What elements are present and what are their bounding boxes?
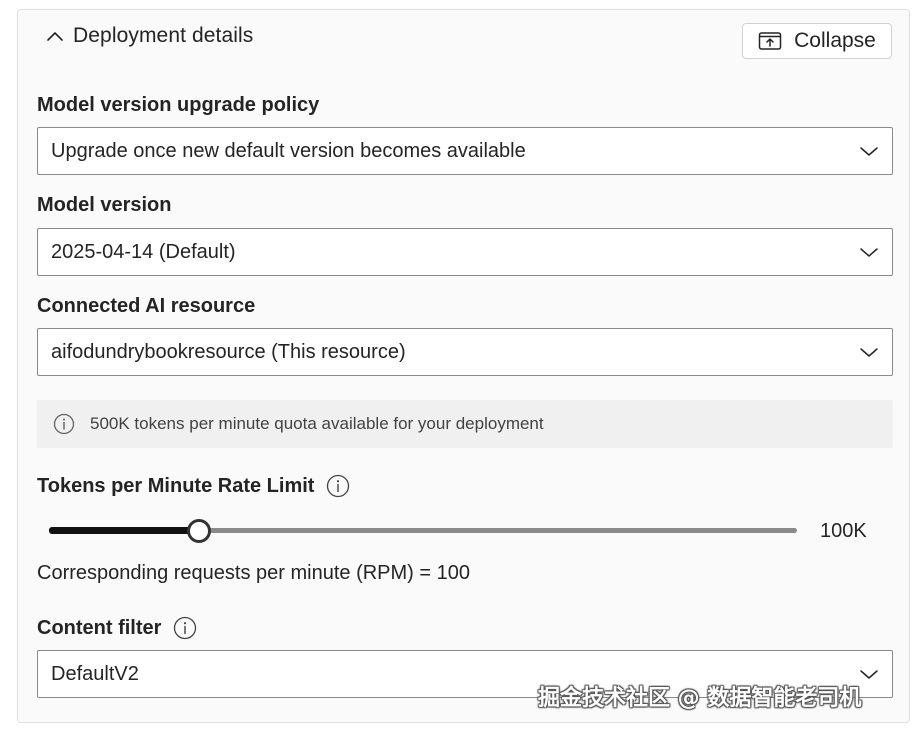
collapse-button-label: Collapse	[794, 29, 876, 52]
upgrade-policy-dropdown[interactable]: Upgrade once new default version becomes…	[37, 127, 893, 175]
quota-info-text: 500K tokens per minute quota available f…	[90, 414, 544, 433]
chevron-down-icon	[860, 670, 878, 679]
chevron-down-icon	[860, 147, 878, 156]
chevron-down-icon	[860, 348, 878, 357]
rpm-text: Corresponding requests per minute (RPM) …	[37, 562, 470, 584]
content-filter-label: Content filter	[37, 616, 197, 640]
info-icon	[53, 413, 75, 435]
connected-resource-label: Connected AI resource	[37, 295, 255, 318]
section-toggle[interactable]: Deployment details	[45, 24, 253, 48]
upgrade-policy-value: Upgrade once new default version becomes…	[51, 139, 526, 162]
rate-limit-label-text: Tokens per Minute Rate Limit	[37, 474, 315, 497]
model-version-dropdown[interactable]: 2025-04-14 (Default)	[37, 228, 893, 276]
slider-fill	[49, 527, 199, 534]
collapse-icon	[758, 32, 782, 50]
rate-limit-value: 100K	[820, 520, 867, 542]
quota-info-bar: 500K tokens per minute quota available f…	[37, 400, 893, 448]
content-filter-label-text: Content filter	[37, 616, 162, 639]
connected-resource-label-text: Connected AI resource	[37, 295, 256, 317]
chevron-up-icon	[47, 32, 63, 41]
model-version-value: 2025-04-14 (Default)	[51, 240, 236, 263]
page: Deployment details Collapse Model versio…	[0, 0, 913, 730]
rate-limit-slider[interactable]	[49, 519, 797, 543]
slider-thumb[interactable]	[187, 519, 211, 543]
model-version-label-text: Model version	[37, 194, 172, 216]
model-version-label: Model version	[37, 194, 171, 217]
connected-resource-value: aifodundrybookresource (This resource)	[51, 340, 406, 363]
upgrade-policy-label-text: Model version upgrade policy	[37, 94, 320, 116]
rate-limit-label: Tokens per Minute Rate Limit	[37, 474, 350, 498]
connected-resource-dropdown[interactable]: aifodundrybookresource (This resource)	[37, 328, 893, 376]
section-title: Deployment details	[73, 24, 254, 47]
collapse-button[interactable]: Collapse	[742, 23, 892, 59]
upgrade-policy-label: Model version upgrade policy	[37, 94, 319, 117]
content-filter-value: DefaultV2	[51, 662, 139, 685]
deployment-details-panel: Deployment details Collapse Model versio…	[17, 9, 910, 723]
info-icon[interactable]	[326, 474, 350, 498]
chevron-down-icon	[860, 248, 878, 257]
content-filter-dropdown[interactable]: DefaultV2	[37, 650, 893, 698]
info-icon[interactable]	[173, 616, 197, 640]
